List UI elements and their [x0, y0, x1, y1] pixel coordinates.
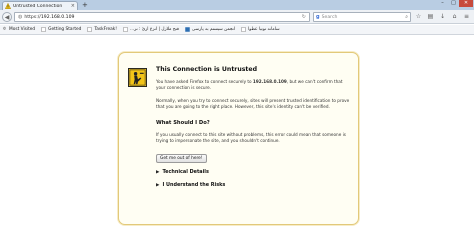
understand-risks-label: I Understand the Risks: [162, 182, 226, 188]
technical-details-expander[interactable]: ▶ Technical Details: [156, 169, 209, 175]
bookmark-taskfreak[interactable]: TaskFreak!: [87, 27, 117, 32]
page-title: This Connection is Untrusted: [156, 66, 258, 73]
understand-risks-expander[interactable]: ▶ I Understand the Risks: [156, 182, 225, 188]
intro-paragraph: You have asked Firefox to connect secure…: [156, 79, 350, 91]
bookmark-persian-1[interactable]: ...فتح ملازل | انزع ازئ : نر: [123, 27, 179, 32]
back-button[interactable]: ◀: [2, 12, 12, 22]
get-me-out-button[interactable]: Get me out of here!: [156, 154, 207, 163]
search-icon[interactable]: ⌕: [405, 14, 408, 20]
globe-icon: ◍: [18, 14, 23, 20]
minimize-button[interactable]: –: [437, 0, 448, 7]
search-input[interactable]: Search: [322, 15, 406, 20]
menu-icon[interactable]: ≡: [462, 12, 471, 22]
reload-icon[interactable]: ↻: [302, 14, 306, 20]
download-icon[interactable]: ↓: [438, 12, 447, 22]
bookmarks-toolbar: ✲ Most Visited Getting Started TaskFreak…: [0, 25, 474, 35]
bookmark-label: Getting Started: [48, 27, 82, 32]
bookmark-getting-started[interactable]: Getting Started: [41, 27, 81, 32]
tab-strip: Untrusted Connection × + – □ ✕: [0, 0, 474, 10]
bookmark-most-visited[interactable]: ✲ Most Visited: [2, 27, 36, 32]
url-bar[interactable]: ◍ https://192.168.0.109 ↻: [14, 12, 310, 22]
bookmark-label: TaskFreak!: [94, 27, 117, 32]
navigation-bar: ◀ ◍ https://192.168.0.109 ↻ g Search ⌕ ☆…: [0, 10, 474, 24]
url-scheme: https://: [24, 14, 41, 20]
bookmark-persian-2[interactable]: انجمن سیستم به پارسی: [185, 27, 235, 32]
bookmark-label: ...فتح ملازل | انزع ازئ : نر: [129, 27, 179, 32]
warning-icon: [5, 3, 11, 9]
policeman-warning-icon: [128, 68, 147, 87]
search-engine-icon[interactable]: g: [316, 14, 320, 20]
bookmark-persian-3[interactable]: سامانه توتیا عطوا: [241, 27, 280, 32]
star-icon[interactable]: ☆: [414, 12, 423, 22]
bookmark-label: انجمن سیستم به پارسی: [191, 27, 236, 32]
toolbar-icons: ☆ ▤ ↓ ⌂ ≡: [414, 12, 471, 22]
intro-host: 192.168.0.109: [252, 79, 287, 84]
bookmark-label: Most Visited: [9, 27, 36, 32]
home-icon[interactable]: ⌂: [450, 12, 459, 22]
expand-triangle-icon: ▶: [156, 169, 160, 175]
technical-details-label: Technical Details: [162, 169, 209, 175]
tab-close-icon[interactable]: ×: [71, 3, 75, 9]
window-controls: – □ ✕: [437, 0, 473, 7]
untrusted-connection-panel: This Connection is Untrusted You have as…: [118, 52, 359, 225]
what-should-i-do-heading: What Should I Do?: [156, 120, 210, 126]
page-icon: [123, 27, 128, 32]
url-text: https://192.168.0.109: [24, 15, 74, 20]
bookmarks-icon[interactable]: ▤: [426, 12, 435, 22]
expand-triangle-icon: ▶: [156, 182, 160, 188]
advice-paragraph: If you usually connect to this site with…: [156, 132, 346, 143]
page-icon: [41, 27, 46, 32]
back-arrow-icon: ◀: [4, 13, 10, 21]
intro-text-prefix: You have asked Firefox to connect secure…: [156, 79, 253, 84]
search-bar[interactable]: g Search ⌕: [313, 12, 411, 22]
page-content: This Connection is Untrusted You have as…: [0, 36, 474, 244]
url-host: 192.168.0.109: [40, 14, 75, 20]
bookmark-label: سامانه توتیا عطوا: [248, 27, 280, 32]
page-icon: [185, 27, 190, 32]
new-tab-button[interactable]: +: [82, 2, 88, 9]
explanation-paragraph: Normally, when you try to connect secure…: [156, 98, 350, 109]
maximize-button[interactable]: □: [448, 0, 459, 7]
page-icon: [241, 27, 246, 32]
page-icon: [87, 27, 92, 32]
tab-untrusted-connection[interactable]: Untrusted Connection ×: [2, 1, 78, 10]
close-window-button[interactable]: ✕: [459, 0, 473, 7]
tab-title: Untrusted Connection: [13, 3, 63, 9]
gear-icon: ✲: [2, 27, 7, 32]
